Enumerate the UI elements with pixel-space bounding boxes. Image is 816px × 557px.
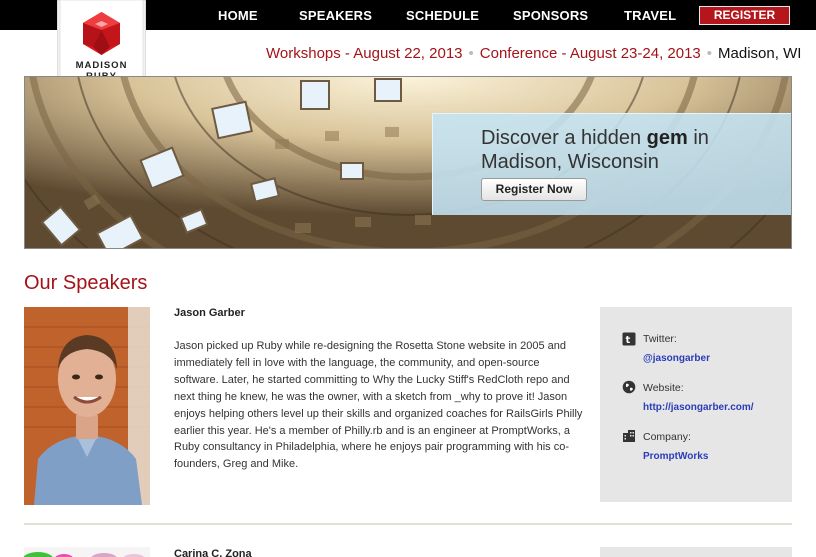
nav-home[interactable]: HOME (218, 8, 258, 23)
workshops-date: Workshops - August 22, 2013 (266, 45, 463, 62)
twitter-link[interactable]: @jasongarber (643, 353, 710, 364)
hero-headline-line2: Madison, Wisconsin (481, 151, 659, 173)
nav-schedule[interactable]: SCHEDULE (406, 8, 479, 23)
speakers-heading: Our Speakers (24, 272, 148, 294)
website-label: Website: (643, 382, 684, 394)
twitter-icon: t (622, 332, 636, 346)
speaker-photo (24, 307, 150, 505)
hero-headline: Discover a hidden gem in Madison, Wiscon… (481, 126, 709, 174)
hero-headline-emphasis: gem (646, 127, 688, 149)
conference-date: Conference - August 23-24, 2013 (479, 45, 701, 62)
speaker-bio: Jason picked up Ruby while re-designing … (174, 340, 583, 471)
event-location: Madison, WI (718, 45, 802, 62)
register-now-button[interactable]: Register Now (481, 178, 587, 201)
hero-headline-end: in (687, 127, 709, 149)
nav-speakers[interactable]: SPEAKERS (299, 8, 372, 23)
svg-text:t: t (626, 335, 631, 346)
speaker-portrait-graphic (24, 552, 145, 557)
separator-dot: • (706, 45, 713, 62)
twitter-label: Twitter: (643, 333, 677, 345)
nav-travel[interactable]: TRAVEL (624, 8, 676, 23)
speaker-info-sidebar: t Twitter: @jasongarber Website: http://… (600, 307, 792, 502)
section-divider (24, 523, 792, 525)
hero-headline-start: Discover a hidden (481, 127, 647, 149)
website-link[interactable]: http://jasongarber.com/ (643, 402, 754, 413)
speaker-info-sidebar (600, 547, 792, 557)
logo-text-madison: MADISON (75, 60, 128, 71)
globe-icon (622, 380, 636, 394)
speaker-portrait-graphic (24, 307, 150, 505)
speaker-photo (24, 547, 150, 557)
nav-sponsors[interactable]: SPONSORS (513, 8, 588, 23)
building-icon (623, 430, 635, 442)
hero-callout-panel: Discover a hidden gem in Madison, Wiscon… (432, 113, 791, 215)
event-dates: Workshops - August 22, 2013 • Conference -… (266, 45, 801, 62)
company-link[interactable]: PromptWorks (643, 451, 708, 462)
nav-register-button[interactable]: REGISTER (699, 6, 790, 25)
speaker-name: Jason Garber (174, 307, 245, 319)
speaker-name: Carina C. Zona (174, 548, 252, 557)
separator-dot: • (468, 45, 474, 62)
hero-banner: Discover a hidden gem in Madison, Wiscon… (24, 76, 792, 249)
company-label: Company: (643, 431, 691, 443)
